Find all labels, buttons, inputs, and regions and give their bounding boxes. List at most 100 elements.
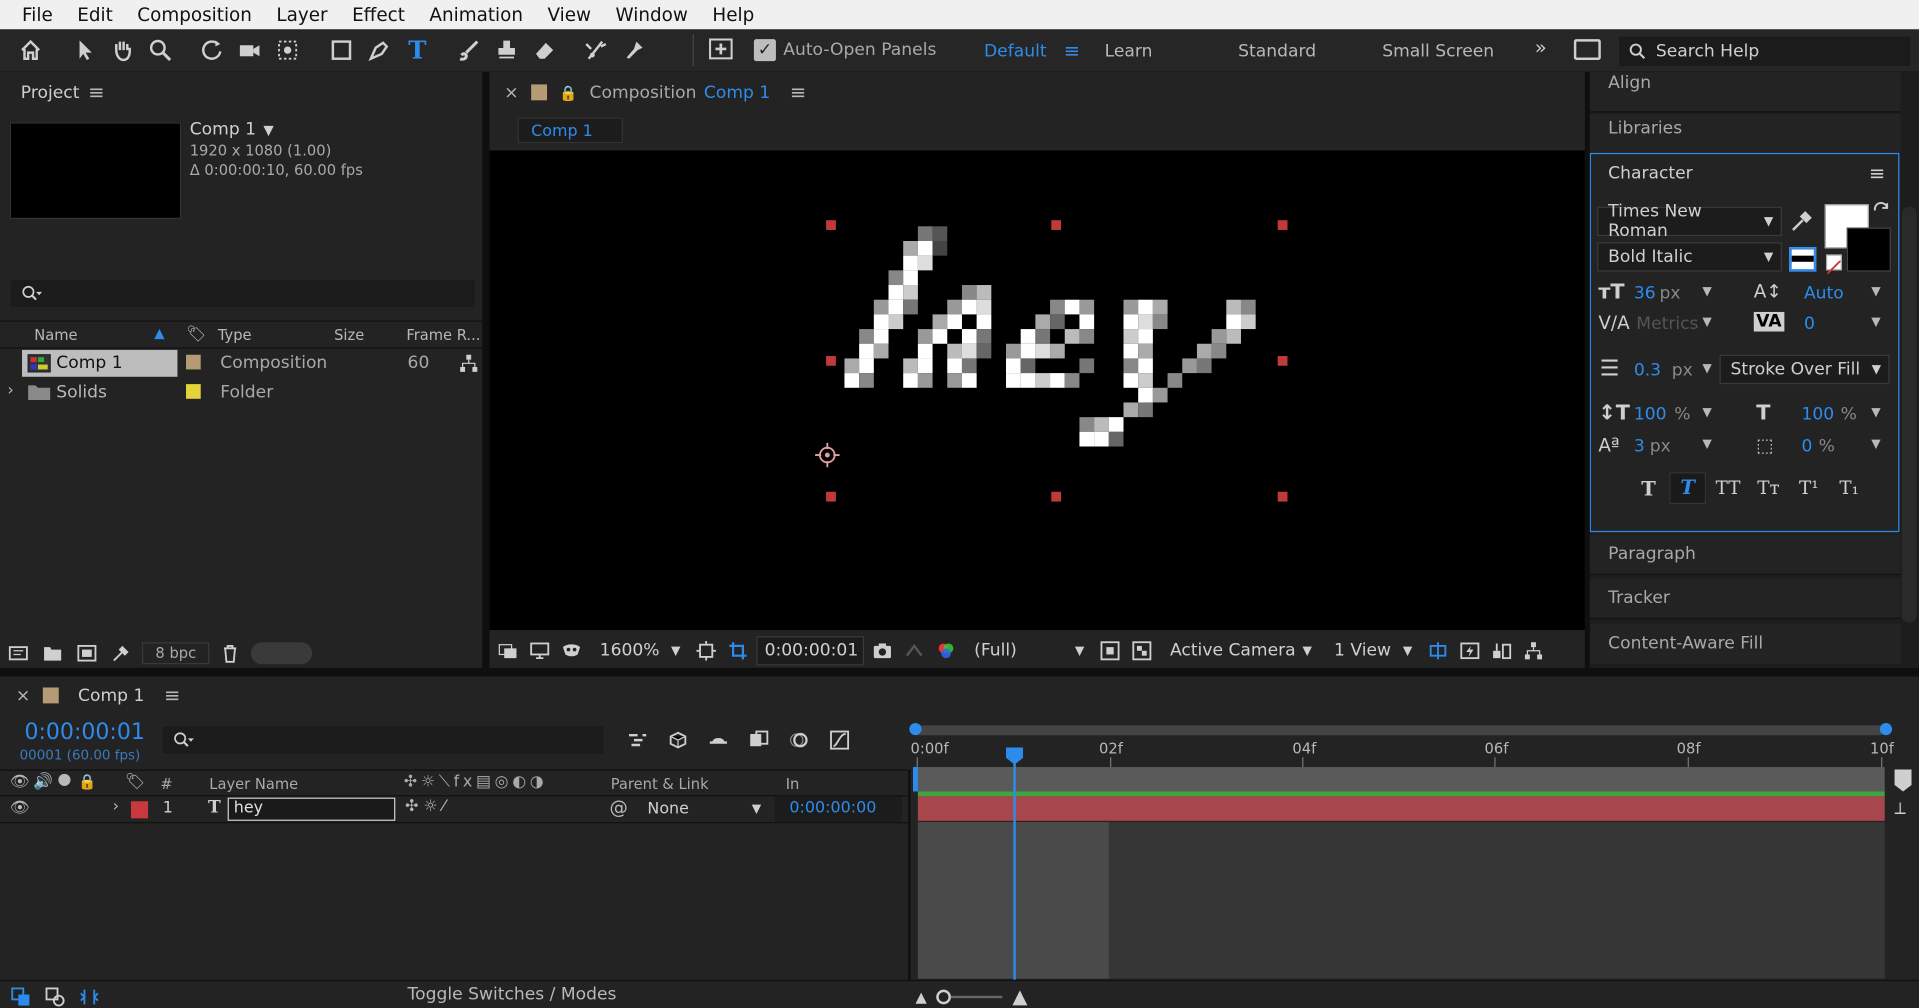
project-search-field[interactable] [11, 280, 475, 308]
leading-value[interactable]: Auto [1804, 284, 1844, 304]
always-preview-icon[interactable] [494, 637, 521, 664]
vertical-scale-dropdown-icon[interactable]: ▼ [1702, 406, 1711, 419]
kerning-value[interactable]: Metrics [1636, 314, 1698, 334]
snapshot-camera-icon[interactable] [869, 637, 896, 664]
small-caps-button[interactable]: Tт [1750, 477, 1787, 499]
zoom-in-mountain-icon[interactable]: ▲ [1012, 985, 1027, 1008]
pan-behind-tool-icon[interactable] [272, 34, 304, 66]
channel-rgb-icon[interactable] [933, 637, 960, 664]
font-size-dropdown-icon[interactable]: ▼ [1702, 285, 1711, 298]
current-time-field[interactable]: 0:00:00:01 [756, 636, 865, 666]
snapping-icon[interactable] [707, 35, 734, 62]
time-ruler[interactable]: 0:00f 02f 04f 06f 08f 10f [911, 740, 1894, 768]
monitor-icon[interactable] [526, 637, 553, 664]
col-label-tag-icon[interactable]: 🏷 [186, 325, 206, 343]
shy-layers-icon[interactable] [705, 727, 732, 754]
layer-bar-end-icon[interactable]: ⟂ [1895, 799, 1906, 819]
bbox-handle[interactable] [1277, 220, 1288, 230]
content-aware-fill-panel-title[interactable]: Content-Aware Fill [1608, 634, 1763, 654]
eyedropper-icon[interactable] [1789, 209, 1813, 233]
transfer-controls-toggle-icon[interactable] [42, 984, 69, 1008]
menu-window[interactable]: Window [603, 4, 700, 26]
stroke-width-dropdown-icon[interactable]: ▼ [1702, 362, 1711, 375]
mask-visibility-icon[interactable] [558, 637, 585, 664]
font-family-dropdown[interactable]: Times New Roman ▼ [1597, 202, 1782, 241]
timeline-search-field[interactable] [162, 726, 604, 754]
superscript-button[interactable]: T¹ [1787, 477, 1831, 499]
audio-switch-icon[interactable]: 🔊 [33, 773, 53, 791]
lock-switch-icon[interactable]: 🔒 [78, 773, 96, 790]
close-tab-icon[interactable]: × [16, 686, 30, 706]
layer-switches-toggle-icon[interactable] [7, 984, 34, 1008]
selection-tool-icon[interactable] [69, 34, 101, 66]
new-folder-icon[interactable] [39, 640, 66, 667]
col-in[interactable]: In [786, 776, 800, 793]
panel-menu-icon[interactable]: ≡ [1869, 161, 1885, 184]
zoom-out-mountain-icon[interactable]: ▲ [915, 988, 926, 1005]
menu-edit[interactable]: Edit [65, 4, 125, 26]
auto-open-checkbox[interactable]: ✓ [753, 39, 776, 62]
stroke-width-value[interactable]: 0.3 [1634, 361, 1661, 381]
workspace-learn[interactable]: Learn [1105, 41, 1153, 61]
layer-label-color[interactable] [130, 801, 149, 819]
panel-menu-icon[interactable]: ≡ [88, 81, 104, 104]
solo-switch-icon[interactable]: ● [58, 771, 72, 789]
workspace-small-screen[interactable]: Small Screen [1382, 41, 1494, 61]
layer-in-point-field[interactable]: 0:00:00:00 [774, 796, 902, 823]
layer-row[interactable]: 👁 › 1 T hey ✣☼⁄ @ None ▼ 0:00:00:00 [0, 796, 909, 824]
col-layer-name[interactable]: Layer Name [209, 776, 298, 793]
font-size-value[interactable]: 36 [1634, 284, 1656, 304]
vertical-scale-value[interactable]: 100 [1634, 405, 1667, 425]
comp-info-dropdown-icon[interactable]: ▼ [263, 122, 273, 138]
label-color-swatch[interactable] [186, 384, 201, 399]
rectangle-tool-icon[interactable] [326, 34, 358, 66]
bbox-handle[interactable] [1277, 491, 1288, 502]
timeline-tab-title[interactable]: Comp 1 [78, 686, 144, 706]
workspace-standard[interactable]: Standard [1238, 41, 1316, 61]
home-icon[interactable] [15, 34, 47, 66]
baseline-shift-value[interactable]: 3 [1634, 437, 1645, 457]
bbox-handle[interactable] [1277, 355, 1288, 366]
timeline-icon[interactable] [1488, 637, 1515, 664]
puppet-tool-icon[interactable] [618, 34, 650, 66]
in-out-toggle-icon[interactable] [76, 984, 103, 1008]
col-type[interactable]: Type [218, 327, 252, 344]
work-area-end-marker-icon[interactable] [1894, 769, 1912, 792]
baseline-shift-dropdown-icon[interactable]: ▼ [1702, 438, 1711, 451]
search-help-toggle-icon[interactable] [1573, 39, 1601, 60]
menu-composition[interactable]: Composition [125, 4, 264, 26]
transparency-grid-icon[interactable] [1128, 637, 1155, 664]
col-parent-link[interactable]: Parent & Link [611, 776, 709, 793]
comp-panel-name[interactable]: Comp 1 [704, 83, 770, 103]
parent-link-dropdown[interactable]: None ▼ [638, 796, 769, 822]
horizontal-scale-dropdown-icon[interactable]: ▼ [1871, 406, 1880, 419]
eraser-tool-icon[interactable] [529, 34, 561, 66]
libraries-panel-title[interactable]: Libraries [1608, 119, 1682, 139]
toggle-pixel-aspect-icon[interactable] [1425, 637, 1452, 664]
kerning-dropdown-icon[interactable]: ▼ [1702, 316, 1711, 329]
menu-effect[interactable]: Effect [340, 4, 417, 26]
toggle-switches-modes-button[interactable]: Toggle Switches / Modes [408, 985, 617, 1005]
layer-name-field[interactable]: hey [227, 797, 396, 821]
workspace-default[interactable]: Default [984, 41, 1047, 61]
bbox-handle[interactable] [826, 491, 836, 502]
layer-duration-bar[interactable] [917, 796, 1885, 821]
bbox-handle[interactable] [826, 355, 836, 366]
graph-editor-icon[interactable] [826, 727, 853, 754]
bbox-handle[interactable] [826, 220, 836, 230]
interpret-footage-icon[interactable] [5, 640, 32, 667]
trash-icon[interactable] [217, 640, 244, 667]
flowchart-icon[interactable] [459, 354, 479, 374]
resolution-dropdown[interactable]: (Full) ▼ [964, 636, 1091, 665]
label-column-icon[interactable]: 🏷 [125, 773, 145, 791]
zoom-dropdown[interactable]: 1600% ▼ [590, 636, 688, 665]
fit-frame-icon[interactable] [693, 637, 720, 664]
all-caps-button[interactable]: TT [1706, 477, 1750, 499]
project-item-row[interactable]: Comp 1 Composition 60 [0, 349, 482, 379]
frame-blending-icon[interactable] [745, 727, 772, 754]
zoom-tool-icon[interactable] [144, 34, 176, 66]
col-frame-rate[interactable]: Frame R... [406, 327, 480, 344]
work-area-bar[interactable] [909, 722, 1893, 736]
label-color-swatch[interactable] [186, 354, 201, 370]
layer-expand-icon[interactable]: › [113, 798, 119, 816]
